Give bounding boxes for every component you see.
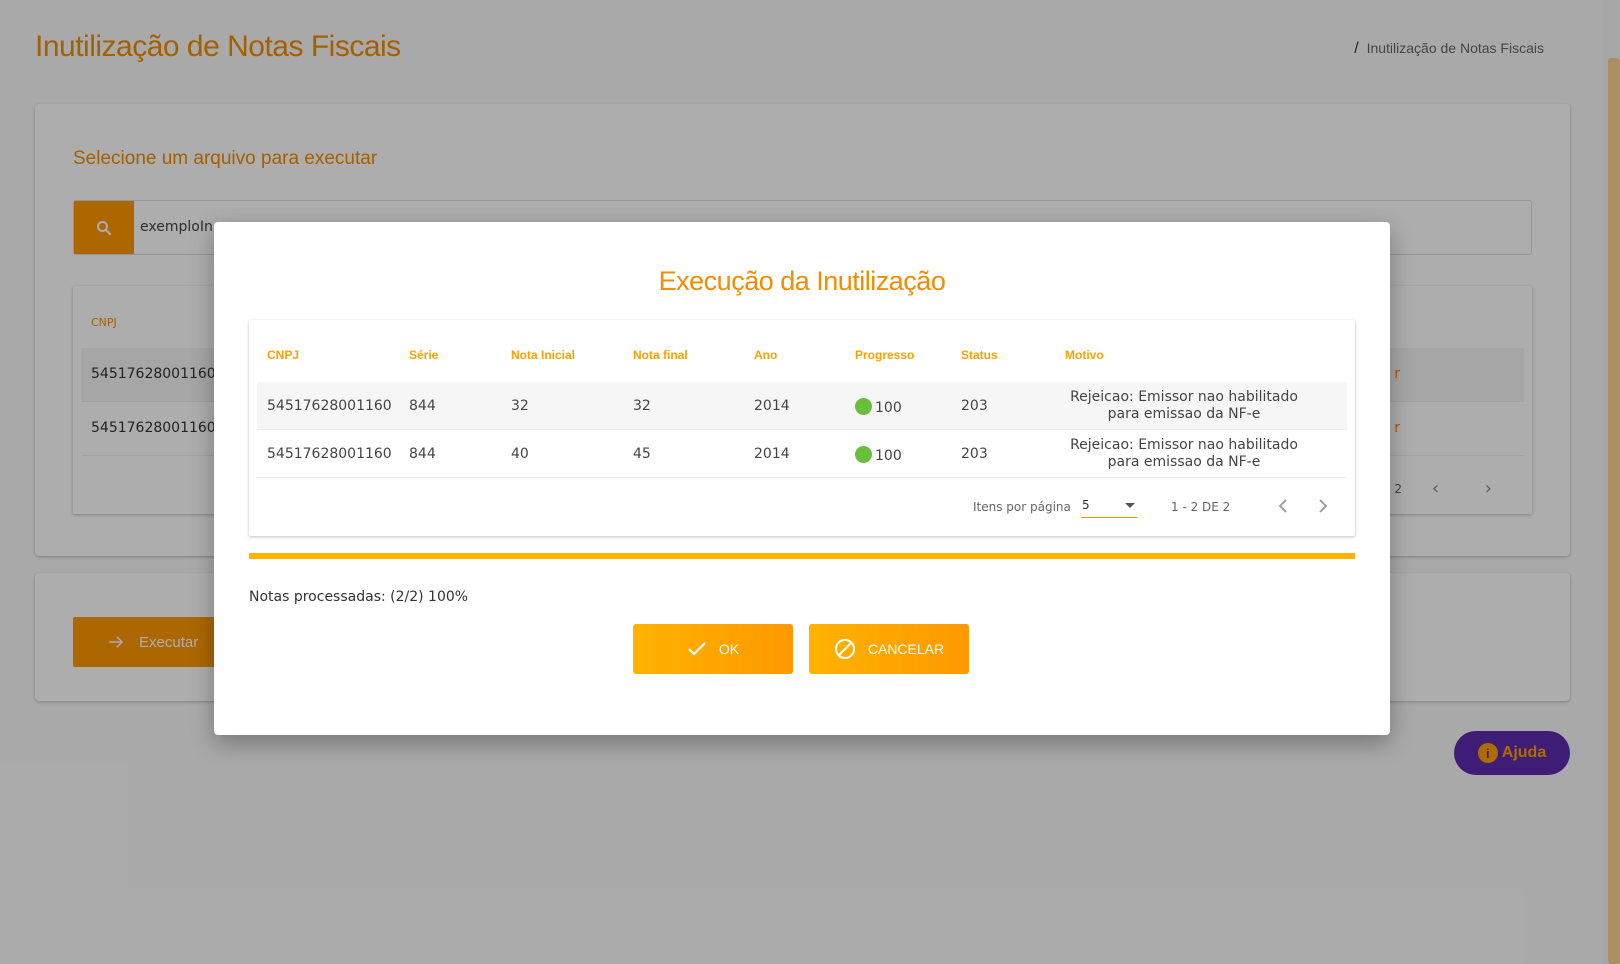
header-nota-final[interactable]: Nota final <box>633 348 688 362</box>
progress-value: 100 <box>875 448 902 464</box>
previous-page-button[interactable] <box>1273 494 1293 518</box>
progress-bar-fill <box>249 553 1355 559</box>
pagination-range: 1 - 2 DE 2 <box>1171 500 1231 514</box>
cancel-button[interactable]: CANCELAR <box>809 624 969 674</box>
motivo-line-2: para emissao da NF-e <box>1107 406 1261 422</box>
cell-progresso: 100 <box>855 398 902 416</box>
cell-nota-final: 45 <box>633 446 651 462</box>
check-icon <box>688 642 706 656</box>
cell-motivo: Rejeicao: Emissor nao habilitado para em… <box>1059 437 1309 471</box>
execution-table: CNPJ Série Nota Inicial Nota final Ano P… <box>249 320 1355 536</box>
ok-button[interactable]: OK <box>633 624 793 674</box>
cell-cnpj: 54517628001160 <box>267 446 392 462</box>
execution-progress-bar <box>249 553 1355 559</box>
chevron-right-icon <box>1319 499 1328 513</box>
cell-nota-inicial: 32 <box>511 398 529 414</box>
motivo-line-1: Rejeicao: Emissor nao habilitado <box>1070 437 1298 453</box>
progress-dot-icon <box>855 398 872 415</box>
header-serie[interactable]: Série <box>409 348 438 362</box>
cell-status: 203 <box>961 398 988 414</box>
header-ano[interactable]: Ano <box>754 348 777 362</box>
dialog-title: Execução da Inutilização <box>658 266 946 296</box>
caret-down-icon <box>1125 503 1135 508</box>
processed-summary: Notas processadas: (2/2) 100% <box>249 589 469 605</box>
page-size-select[interactable]: 5 <box>1081 496 1137 518</box>
execution-dialog: Execução da Inutilização CNPJ Série Nota… <box>214 222 1390 735</box>
header-progresso[interactable]: Progresso <box>855 348 914 362</box>
table-row[interactable]: 54517628001160 844 32 32 2014 100 203 Re… <box>257 382 1347 430</box>
motivo-line-2: para emissao da NF-e <box>1107 454 1261 470</box>
cell-ano: 2014 <box>754 446 790 462</box>
table-row[interactable]: 54517628001160 844 40 45 2014 100 203 Re… <box>257 430 1347 478</box>
chevron-left-icon <box>1278 499 1287 513</box>
cell-status: 203 <box>961 446 988 462</box>
motivo-line-1: Rejeicao: Emissor nao habilitado <box>1070 389 1298 405</box>
items-per-page-label: Itens por página <box>973 500 1071 514</box>
cell-nota-final: 32 <box>633 398 651 414</box>
next-page-button[interactable] <box>1313 494 1333 518</box>
cancel-button-label: CANCELAR <box>867 641 945 657</box>
block-icon <box>834 639 855 659</box>
header-cnpj[interactable]: CNPJ <box>267 348 299 362</box>
page-size-value: 5 <box>1082 498 1090 512</box>
progress-value: 100 <box>875 400 902 416</box>
cell-ano: 2014 <box>754 398 790 414</box>
cell-serie: 844 <box>409 398 436 414</box>
cell-progresso: 100 <box>855 446 902 464</box>
header-nota-inicial[interactable]: Nota Inicial <box>511 348 575 362</box>
cell-nota-inicial: 40 <box>511 446 529 462</box>
cell-cnpj: 54517628001160 <box>267 398 392 414</box>
ok-button-label: OK <box>718 641 740 657</box>
cell-serie: 844 <box>409 446 436 462</box>
progress-dot-icon <box>855 446 872 463</box>
header-status[interactable]: Status <box>961 348 998 362</box>
cell-motivo: Rejeicao: Emissor nao habilitado para em… <box>1059 389 1309 423</box>
header-motivo[interactable]: Motivo <box>1065 348 1104 362</box>
